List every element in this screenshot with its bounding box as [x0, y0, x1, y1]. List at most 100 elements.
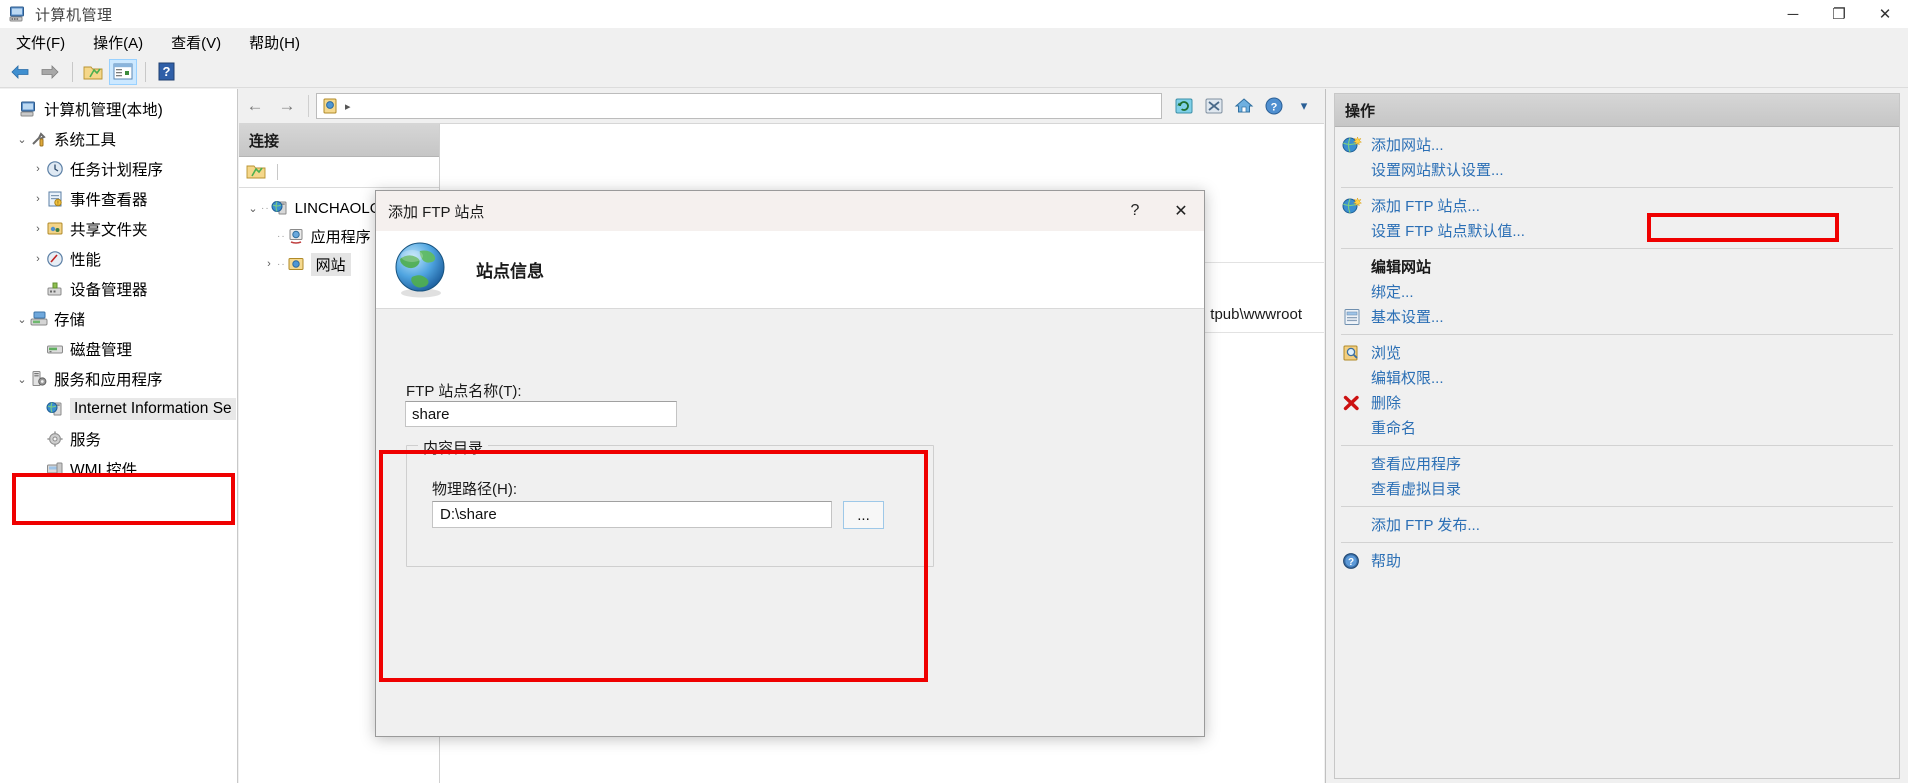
action-label: 重命名: [1371, 420, 1417, 437]
actions-separator: [1341, 542, 1893, 543]
action-label: 添加网站...: [1371, 137, 1444, 154]
physical-path-input[interactable]: D:\share: [432, 501, 832, 528]
tree-item-computer-management[interactable]: 计算机管理(本地): [0, 94, 237, 124]
menu-file[interactable]: 文件(F): [4, 29, 77, 56]
tree-item-device-manager[interactable]: 设备管理器: [0, 274, 237, 304]
action-browse[interactable]: 浏览: [1335, 340, 1899, 365]
tree-twisty[interactable]: ›: [30, 253, 46, 265]
close-button[interactable]: ✕: [1862, 0, 1908, 28]
tree-twisty[interactable]: ›: [261, 258, 277, 270]
action-website-defaults[interactable]: 设置网站默认设置...: [1335, 157, 1899, 182]
tree-twisty[interactable]: ›: [30, 223, 46, 235]
refresh-icon[interactable]: [1170, 94, 1198, 118]
minimize-button[interactable]: ─: [1770, 0, 1816, 28]
actions-separator: [1341, 506, 1893, 507]
up-folder-icon[interactable]: [79, 59, 107, 85]
ftp-site-name-input[interactable]: share: [405, 401, 677, 427]
dialog-title: 添加 FTP 站点: [388, 203, 485, 221]
breadcrumb[interactable]: ▸: [317, 97, 355, 115]
dialog-close-button[interactable]: ✕: [1158, 191, 1204, 231]
tree-item-system-tools[interactable]: ⌄ 系统工具: [0, 124, 237, 154]
tree-twisty[interactable]: ⌄: [245, 202, 261, 215]
forward-icon[interactable]: [36, 59, 64, 85]
tree-item-shared-folders[interactable]: › 共享文件夹: [0, 214, 237, 244]
action-label: 绑定...: [1371, 284, 1414, 301]
action-bindings[interactable]: 绑定...: [1335, 279, 1899, 304]
computer-icon: [20, 100, 38, 118]
tree-item-services[interactable]: 服务: [0, 424, 237, 454]
iis-forward-icon[interactable]: →: [273, 94, 301, 118]
chevron-right-icon[interactable]: ▸: [345, 100, 351, 113]
tree-item-task-scheduler[interactable]: › 任务计划程序: [0, 154, 237, 184]
tree-item-label: 磁盘管理: [70, 342, 133, 359]
menu-help[interactable]: 帮助(H): [237, 29, 312, 56]
action-group-edit-site: 编辑网站: [1335, 254, 1899, 279]
action-add-website[interactable]: 添加网站...: [1335, 132, 1899, 157]
help-icon[interactable]: ?: [1260, 94, 1288, 118]
menu-view[interactable]: 查看(V): [159, 29, 233, 56]
action-view-applications[interactable]: 查看应用程序: [1335, 451, 1899, 476]
tree-item-label: 系统工具: [54, 132, 117, 149]
event-viewer-icon: !: [46, 190, 64, 208]
connection-node-label: LINCHAOLO: [294, 199, 382, 217]
show-console-tree-icon[interactable]: [109, 58, 137, 85]
action-help[interactable]: ? 帮助: [1335, 548, 1899, 573]
toolbar-separator: [72, 61, 73, 82]
dialog-help-button[interactable]: ?: [1112, 191, 1158, 231]
connections-header: 连接: [239, 124, 439, 157]
tree-item-label: 任务计划程序: [70, 162, 164, 179]
tree-item-disk-management[interactable]: 磁盘管理: [0, 334, 237, 364]
tree-item-label: Internet Information Se: [70, 398, 236, 420]
connections-toolbar-separator: [277, 164, 278, 180]
tree-twisty[interactable]: ›: [30, 163, 46, 175]
tree-item-wmi-control[interactable]: WMI 控件: [0, 454, 237, 484]
action-ftp-site-defaults[interactable]: 设置 FTP 站点默认值...: [1335, 218, 1899, 243]
action-label: 浏览: [1371, 345, 1402, 362]
action-add-ftp-site[interactable]: 添加 FTP 站点...: [1335, 193, 1899, 218]
action-basic-settings[interactable]: 基本设置...: [1335, 304, 1899, 329]
actions-separator: [1341, 248, 1893, 249]
disk-management-icon: [46, 340, 64, 358]
add-ftp-site-icon: [1341, 196, 1363, 216]
help-icon[interactable]: ?: [152, 59, 180, 85]
action-label: 基本设置...: [1371, 309, 1444, 326]
tree-item-storage[interactable]: ⌄ 存储: [0, 304, 237, 334]
action-add-ftp-publishing[interactable]: 添加 FTP 发布...: [1335, 512, 1899, 537]
home-icon[interactable]: [1230, 94, 1258, 118]
action-delete[interactable]: 删除: [1335, 390, 1899, 415]
iis-back-icon[interactable]: ←: [241, 94, 269, 118]
tree-twisty[interactable]: ⌄: [14, 313, 30, 326]
stop-icon[interactable]: [1200, 94, 1228, 118]
maximize-button[interactable]: ❐: [1816, 0, 1862, 28]
iis-address-bar[interactable]: ▸: [316, 93, 1162, 119]
site-icon: [321, 97, 339, 115]
tree-item-event-viewer[interactable]: › ! 事件查看器: [0, 184, 237, 214]
window-title: 计算机管理: [35, 6, 113, 24]
no-icon: [1341, 221, 1363, 241]
back-icon[interactable]: [6, 59, 34, 85]
tree-item-iis[interactable]: Internet Information Se: [0, 394, 237, 424]
tree-item-label: 事件查看器: [70, 192, 148, 209]
no-icon: [1341, 515, 1363, 535]
tree-twisty[interactable]: ⌄: [14, 373, 30, 386]
no-icon: [1341, 282, 1363, 302]
chevron-down-icon[interactable]: ▾: [1290, 94, 1318, 118]
globe-icon: [390, 239, 452, 301]
action-edit-permissions[interactable]: 编辑权限...: [1335, 365, 1899, 390]
browse-path-button[interactable]: ...: [843, 501, 884, 529]
tree-dotted-line: ··: [261, 202, 270, 214]
tree-item-performance[interactable]: › 性能: [0, 244, 237, 274]
no-icon: [1341, 454, 1363, 474]
tree-twisty[interactable]: ›: [30, 193, 46, 205]
tree-item-services-and-applications[interactable]: ⌄ 服务和应用程序: [0, 364, 237, 394]
ftp-site-name-label: FTP 站点名称(T):: [406, 383, 522, 400]
connect-icon[interactable]: [245, 162, 267, 182]
svg-text:?: ?: [1271, 102, 1278, 114]
action-rename[interactable]: 重命名: [1335, 415, 1899, 440]
console-tree[interactable]: 计算机管理(本地) ⌄ 系统工具 › 任务计划程序 › ! 事件查看器 › 共享…: [0, 89, 238, 783]
menu-action[interactable]: 操作(A): [81, 29, 155, 56]
action-view-virtual-directories[interactable]: 查看虚拟目录: [1335, 476, 1899, 501]
action-label: 添加 FTP 发布...: [1371, 517, 1480, 534]
delete-icon: [1341, 393, 1363, 413]
tree-twisty[interactable]: ⌄: [14, 133, 30, 146]
